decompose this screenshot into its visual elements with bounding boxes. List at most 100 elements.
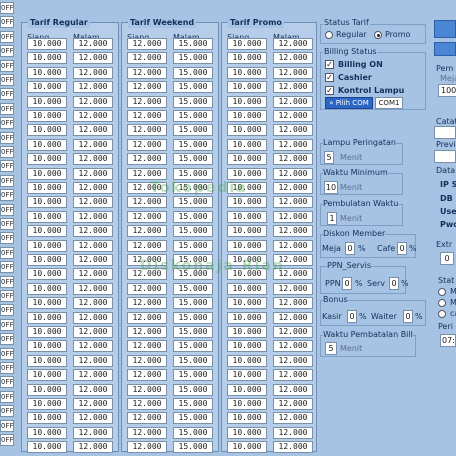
off-cell[interactable]: OFF bbox=[0, 390, 14, 403]
siang-cell[interactable]: 10.000 bbox=[27, 167, 67, 180]
off-cell[interactable]: OFF bbox=[0, 146, 14, 158]
extr-input[interactable]: 0 bbox=[440, 252, 454, 265]
siang-cell[interactable]: 10.000 bbox=[27, 441, 67, 454]
siang-cell[interactable]: 12.000 bbox=[127, 124, 167, 137]
siang-cell[interactable]: 12.000 bbox=[127, 167, 167, 180]
com-port-field[interactable]: COM1 bbox=[375, 97, 403, 109]
siang-cell[interactable]: 10.000 bbox=[27, 66, 67, 79]
malam-cell[interactable]: 15.000 bbox=[173, 196, 213, 209]
malam-cell[interactable]: 12.000 bbox=[73, 225, 113, 238]
malam-cell[interactable]: 12.000 bbox=[73, 239, 113, 252]
siang-cell[interactable]: 12.000 bbox=[127, 426, 167, 439]
siang-cell[interactable]: 10.000 bbox=[227, 38, 267, 50]
diskon-cafe-input[interactable]: 0 bbox=[397, 242, 407, 255]
malam-cell[interactable]: 12.000 bbox=[273, 38, 313, 50]
malam-cell[interactable]: 12.000 bbox=[273, 297, 313, 310]
siang-cell[interactable]: 10.000 bbox=[227, 66, 267, 79]
malam-cell[interactable]: 15.000 bbox=[173, 383, 213, 396]
regular-radio[interactable] bbox=[325, 31, 333, 39]
malam-cell[interactable]: 12.000 bbox=[273, 282, 313, 295]
siang-cell[interactable]: 10.000 bbox=[27, 412, 67, 425]
siang-cell[interactable]: 10.000 bbox=[27, 311, 67, 324]
malam-cell[interactable]: 12.000 bbox=[273, 196, 313, 209]
siang-cell[interactable]: 10.000 bbox=[227, 167, 267, 180]
siang-cell[interactable]: 12.000 bbox=[127, 52, 167, 65]
siang-cell[interactable]: 10.000 bbox=[27, 369, 67, 382]
off-cell[interactable]: OFF bbox=[0, 203, 14, 216]
siang-cell[interactable]: 10.000 bbox=[227, 297, 267, 310]
malam-cell[interactable]: 15.000 bbox=[173, 153, 213, 166]
stat-radio-1[interactable] bbox=[438, 288, 446, 296]
siang-cell[interactable]: 12.000 bbox=[127, 354, 167, 367]
off-cell[interactable]: OFF bbox=[0, 131, 14, 144]
malam-cell[interactable]: 12.000 bbox=[73, 210, 113, 223]
siang-cell[interactable]: 12.000 bbox=[127, 66, 167, 79]
off-cell[interactable]: OFF bbox=[0, 318, 14, 331]
billing-on-checkbox[interactable]: ✓ bbox=[325, 60, 334, 69]
siang-cell[interactable]: 10.000 bbox=[27, 52, 67, 65]
malam-cell[interactable]: 12.000 bbox=[73, 124, 113, 137]
siang-cell[interactable]: 10.000 bbox=[27, 354, 67, 367]
siang-cell[interactable]: 12.000 bbox=[127, 412, 167, 425]
malam-cell[interactable]: 12.000 bbox=[273, 412, 313, 425]
siang-cell[interactable]: 10.000 bbox=[27, 81, 67, 94]
malam-cell[interactable]: 12.000 bbox=[73, 441, 113, 454]
siang-cell[interactable]: 12.000 bbox=[127, 297, 167, 310]
siang-cell[interactable]: 12.000 bbox=[127, 441, 167, 454]
off-cell[interactable]: OFF bbox=[0, 333, 14, 346]
malam-cell[interactable]: 12.000 bbox=[273, 153, 313, 166]
malam-cell[interactable]: 12.000 bbox=[73, 81, 113, 94]
malam-cell[interactable]: 12.000 bbox=[273, 52, 313, 65]
siang-cell[interactable]: 10.000 bbox=[227, 412, 267, 425]
off-cell[interactable]: OFF bbox=[0, 174, 14, 187]
siang-cell[interactable]: 12.000 bbox=[127, 383, 167, 396]
malam-cell[interactable]: 12.000 bbox=[73, 167, 113, 180]
off-cell[interactable]: OFF bbox=[0, 405, 14, 418]
siang-cell[interactable]: 10.000 bbox=[27, 340, 67, 353]
off-cell[interactable]: OFF bbox=[0, 160, 14, 173]
siang-cell[interactable]: 10.000 bbox=[227, 282, 267, 295]
malam-cell[interactable]: 12.000 bbox=[73, 182, 113, 194]
siang-cell[interactable]: 10.000 bbox=[27, 383, 67, 396]
off-cell[interactable]: OFF bbox=[0, 30, 14, 43]
malam-cell[interactable]: 12.000 bbox=[73, 297, 113, 310]
malam-cell[interactable]: 15.000 bbox=[173, 52, 213, 65]
malam-cell[interactable]: 12.000 bbox=[273, 426, 313, 439]
stat-radio-3[interactable] bbox=[438, 310, 446, 318]
malam-cell[interactable]: 15.000 bbox=[173, 110, 213, 122]
siang-cell[interactable]: 12.000 bbox=[127, 138, 167, 151]
siang-cell[interactable]: 10.000 bbox=[227, 153, 267, 166]
malam-cell[interactable]: 15.000 bbox=[173, 282, 213, 295]
siang-cell[interactable]: 12.000 bbox=[127, 326, 167, 338]
malam-cell[interactable]: 12.000 bbox=[73, 138, 113, 151]
ppn-input[interactable]: 0 bbox=[342, 277, 352, 290]
promo-radio[interactable] bbox=[374, 31, 382, 39]
malam-cell[interactable]: 12.000 bbox=[273, 66, 313, 79]
malam-cell[interactable]: 15.000 bbox=[173, 95, 213, 108]
siang-cell[interactable]: 12.000 bbox=[127, 196, 167, 209]
siang-cell[interactable]: 10.000 bbox=[227, 138, 267, 151]
siang-cell[interactable]: 10.000 bbox=[27, 38, 67, 50]
malam-cell[interactable]: 12.000 bbox=[73, 95, 113, 108]
siang-cell[interactable]: 12.000 bbox=[127, 81, 167, 94]
siang-cell[interactable]: 10.000 bbox=[227, 369, 267, 382]
malam-cell[interactable]: 12.000 bbox=[273, 81, 313, 94]
malam-cell[interactable]: 15.000 bbox=[173, 297, 213, 310]
malam-cell[interactable]: 12.000 bbox=[73, 196, 113, 209]
malam-cell[interactable]: 15.000 bbox=[173, 225, 213, 238]
malam-cell[interactable]: 12.000 bbox=[73, 383, 113, 396]
malam-cell[interactable]: 12.000 bbox=[73, 282, 113, 295]
malam-cell[interactable]: 12.000 bbox=[273, 138, 313, 151]
pembulatan-input[interactable]: 1 bbox=[327, 212, 337, 225]
siang-cell[interactable]: 10.000 bbox=[227, 311, 267, 324]
off-cell[interactable]: OFF bbox=[0, 16, 14, 29]
siang-cell[interactable]: 10.000 bbox=[27, 153, 67, 166]
siang-cell[interactable]: 12.000 bbox=[127, 95, 167, 108]
siang-cell[interactable]: 10.000 bbox=[227, 110, 267, 122]
siang-cell[interactable]: 10.000 bbox=[27, 282, 67, 295]
malam-cell[interactable]: 15.000 bbox=[173, 412, 213, 425]
malam-cell[interactable]: 12.000 bbox=[73, 153, 113, 166]
siang-cell[interactable]: 10.000 bbox=[227, 196, 267, 209]
malam-cell[interactable]: 12.000 bbox=[273, 340, 313, 353]
off-cell[interactable]: OFF bbox=[0, 59, 14, 72]
